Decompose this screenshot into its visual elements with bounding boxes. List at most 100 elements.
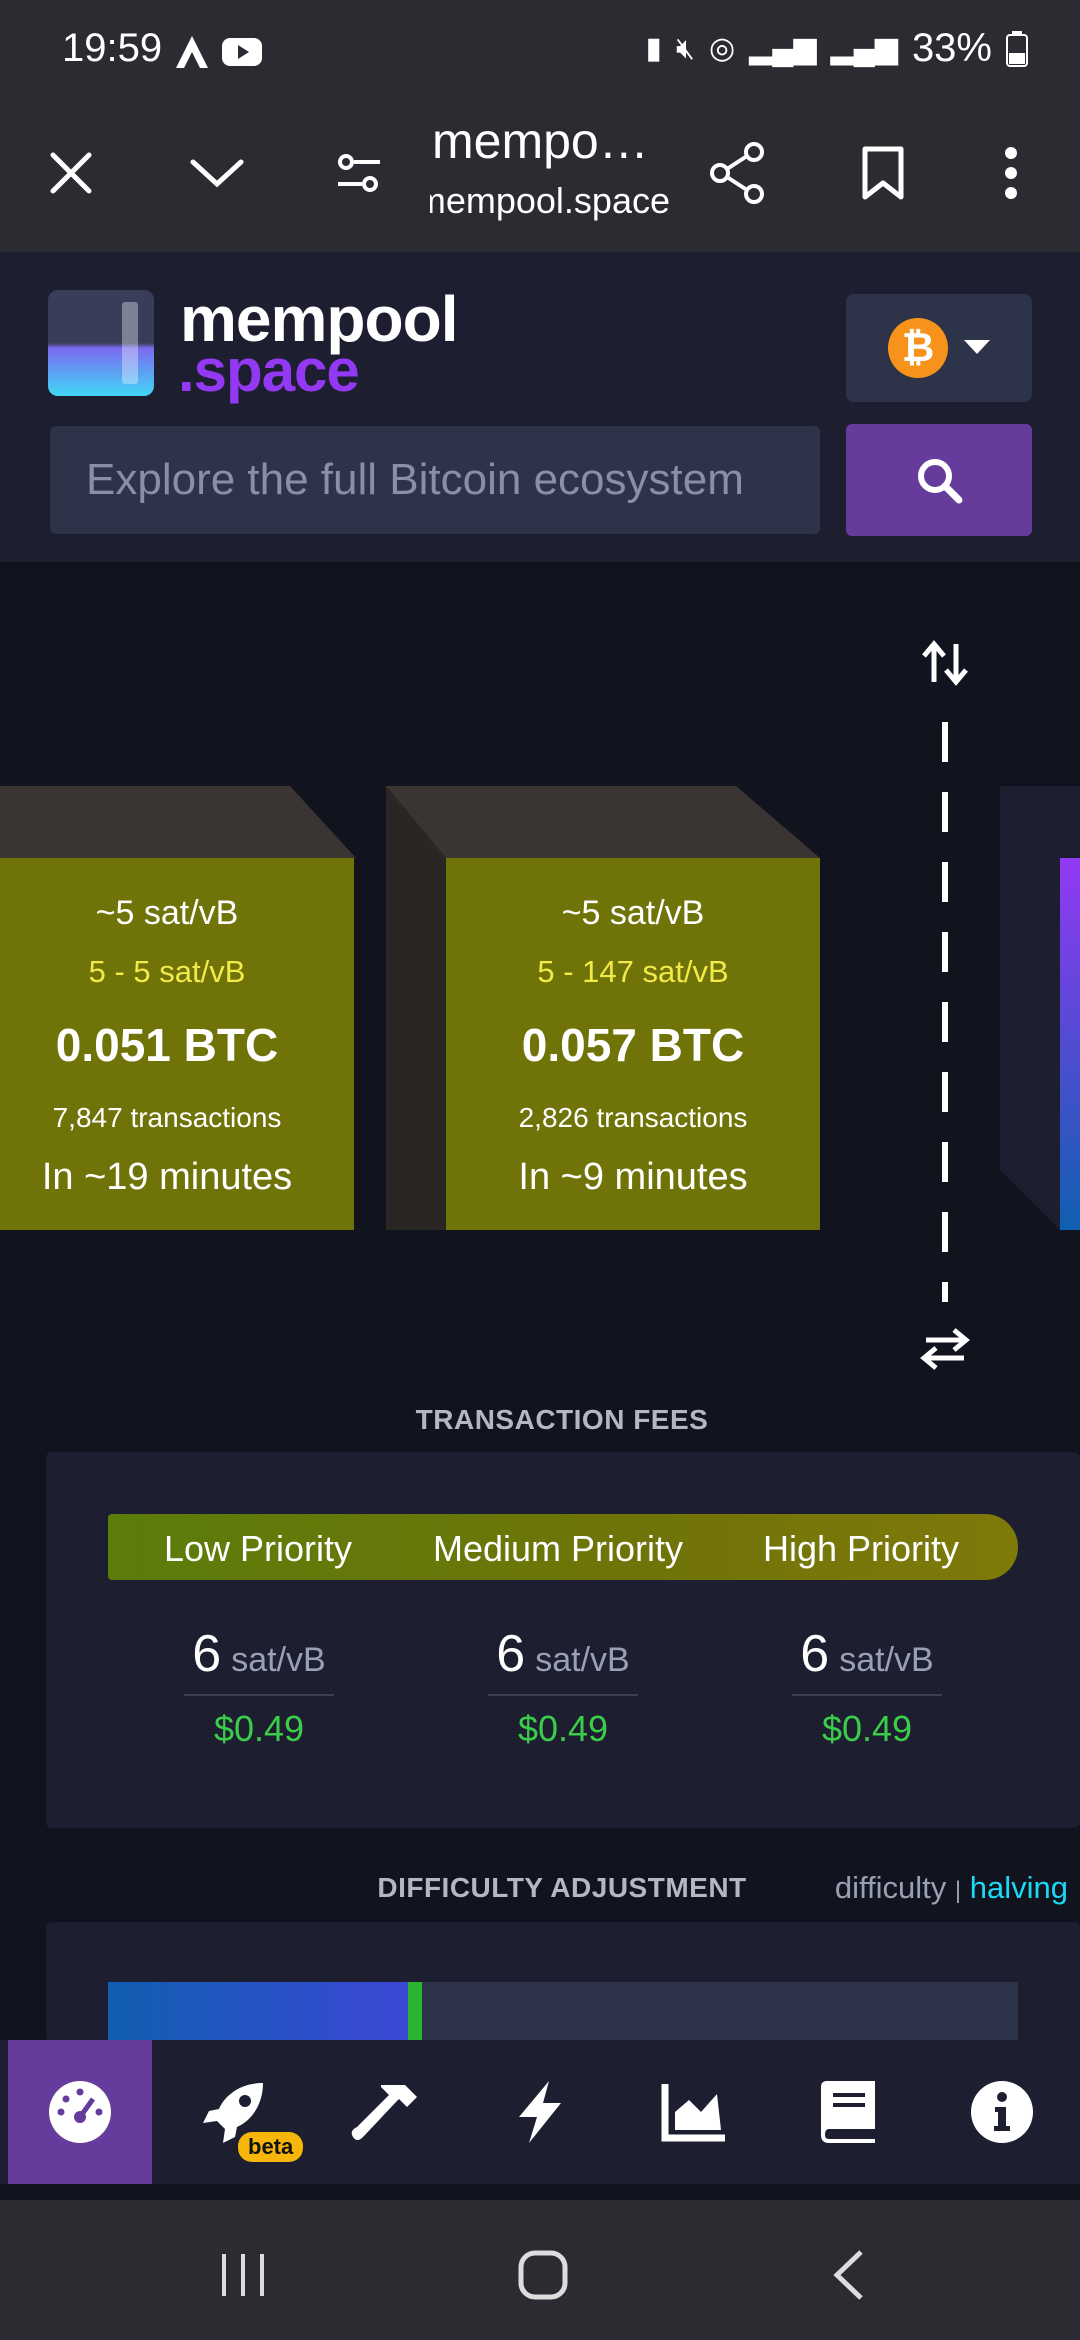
beta-badge: beta	[238, 2132, 304, 2162]
nav-graphs[interactable]	[622, 2040, 766, 2184]
url-text[interactable]: mempool.space	[430, 180, 670, 222]
fee-usd: $0.49	[517, 1708, 609, 1749]
block-median-fee: ~5 sat/vB	[95, 894, 239, 932]
battery-saver-icon: ▮	[645, 32, 663, 65]
bookmark-button[interactable]	[838, 128, 928, 218]
arrows-left-right-icon[interactable]	[920, 1324, 970, 1374]
recents-icon	[222, 2254, 264, 2296]
battery-percent: 33%	[911, 26, 992, 70]
block-total-btc: 0.057 BTC	[521, 1019, 745, 1071]
network-selector[interactable]: ₿	[846, 294, 1032, 402]
nav-accelerator[interactable]: beta	[162, 2040, 306, 2184]
high-priority-fee: 6 sat/vB $0.49	[792, 1624, 942, 1750]
sliders-icon	[338, 154, 380, 192]
block-top-face	[0, 786, 356, 858]
system-navigation-bar	[0, 2200, 1080, 2340]
fees-card: Low Priority Medium Priority High Priori…	[46, 1452, 1080, 1828]
share-icon	[710, 142, 764, 204]
fee-value: 6	[496, 1625, 526, 1683]
medium-priority-fee: 6 sat/vB $0.49	[488, 1624, 638, 1750]
back-icon	[833, 2250, 863, 2300]
fees-section-title: TRANSACTION FEES	[415, 1404, 709, 1435]
toggle-separator: |	[954, 1877, 962, 1904]
block-tx-count: 7,847 transactions	[52, 1102, 282, 1133]
block-fee-range: 5 - 5 sat/vB	[88, 954, 246, 989]
app-a-icon	[176, 36, 208, 68]
mempool-logo-icon[interactable]	[48, 290, 154, 396]
back-button[interactable]	[804, 2230, 894, 2320]
fee-usd: $0.49	[821, 1708, 913, 1749]
bookmark-icon	[862, 146, 904, 200]
search-icon	[918, 459, 963, 504]
nav-dashboard[interactable]	[8, 2040, 152, 2184]
halving-link[interactable]: halving	[970, 1870, 1068, 1905]
chart-icon	[661, 2084, 725, 2142]
mempool-divider	[942, 722, 948, 1302]
logo-text-bottom[interactable]: .space	[178, 336, 360, 405]
fee-divider	[184, 1694, 334, 1696]
nav-lightning[interactable]	[468, 2040, 612, 2184]
battery-icon	[1006, 30, 1028, 67]
difficulty-card	[46, 1922, 1080, 2042]
block-fee-range: 5 - 147 sat/vB	[537, 954, 729, 989]
difficulty-progress-current	[408, 1982, 422, 2042]
difficulty-toggle: difficulty | halving	[835, 1870, 1068, 1906]
fee-divider	[792, 1694, 942, 1696]
dashboard-icon	[49, 2081, 111, 2143]
search-button[interactable]	[846, 424, 1032, 536]
close-tab-button[interactable]	[26, 128, 116, 218]
low-priority-fee: 6 sat/vB $0.49	[184, 1624, 334, 1750]
more-options-button[interactable]	[966, 128, 1056, 218]
bottom-nav: beta	[0, 2040, 1080, 2184]
block-side-face	[386, 786, 446, 1230]
mempool-block[interactable]: ~5 sat/vB 5 - 147 sat/vB 0.057 BTC 2,826…	[446, 858, 820, 1230]
arrows-up-down-icon[interactable]	[920, 638, 970, 688]
difficulty-progress-fill	[108, 1982, 408, 2042]
search-input[interactable]	[50, 426, 820, 534]
share-button[interactable]	[692, 128, 782, 218]
difficulty-link[interactable]: difficulty	[835, 1870, 946, 1905]
home-button[interactable]	[498, 2230, 588, 2320]
fee-value: 6	[800, 1625, 830, 1683]
mute-icon: 🔇︎	[676, 31, 695, 65]
blocks-section: ~5 sat/vB 5 - 5 sat/vB 0.051 BTC 7,847 t…	[0, 562, 1080, 1422]
status-right: ▮ 🔇︎ ◎ ▂▄▆ ▂▄▆ 33%	[646, 26, 1028, 71]
fee-value: 6	[192, 1625, 222, 1683]
high-priority-label: High Priority	[762, 1528, 960, 1569]
bitcoin-icon: ₿	[888, 318, 948, 378]
fee-unit: sat/vB	[535, 1641, 630, 1679]
youtube-icon	[222, 38, 262, 66]
lightning-icon	[519, 2081, 561, 2143]
signal-icon: ▂▄▆	[749, 32, 817, 65]
block-tx-count: 2,826 transactions	[518, 1102, 748, 1133]
4g-signal-icon: ▂▄▆	[830, 32, 898, 65]
nav-mining[interactable]	[314, 2040, 458, 2184]
hammer-icon	[351, 2085, 417, 2140]
status-notification-icons	[172, 32, 264, 72]
block-eta: In ~19 minutes	[41, 1156, 293, 1198]
status-bar: 19:59 ▮ 🔇︎ ◎ ▂▄▆ ▂▄▆ 33%	[0, 0, 1080, 100]
chevron-down-icon	[190, 159, 244, 188]
difficulty-progress-track	[108, 1982, 1018, 2042]
mempool-block[interactable]: ~5 sat/vB 5 - 5 sat/vB 0.051 BTC 7,847 t…	[0, 858, 354, 1230]
low-priority-label: Low Priority	[163, 1528, 353, 1569]
hotspot-icon: ◎	[708, 32, 736, 65]
minimize-button[interactable]	[172, 128, 262, 218]
page-settings-button[interactable]	[314, 128, 404, 218]
fee-unit: sat/vB	[839, 1641, 934, 1679]
fee-unit: sat/vB	[231, 1641, 326, 1679]
recents-button[interactable]	[198, 2230, 288, 2320]
status-time: 19:59	[62, 26, 163, 70]
home-icon	[518, 2250, 568, 2300]
close-icon	[50, 152, 92, 194]
block-median-fee: ~5 sat/vB	[561, 894, 705, 932]
page-title[interactable]: mempo…	[432, 112, 662, 170]
block-top-face	[386, 786, 820, 858]
nav-about[interactable]	[930, 2040, 1074, 2184]
mined-block[interactable]	[1060, 858, 1080, 1230]
caret-down-icon	[964, 340, 990, 354]
fee-usd: $0.49	[213, 1708, 305, 1749]
browser-toolbar: mempo… mempool.space	[0, 100, 1080, 252]
priority-bar: Low Priority Medium Priority High Priori…	[108, 1514, 1018, 1580]
nav-docs[interactable]	[776, 2040, 920, 2184]
